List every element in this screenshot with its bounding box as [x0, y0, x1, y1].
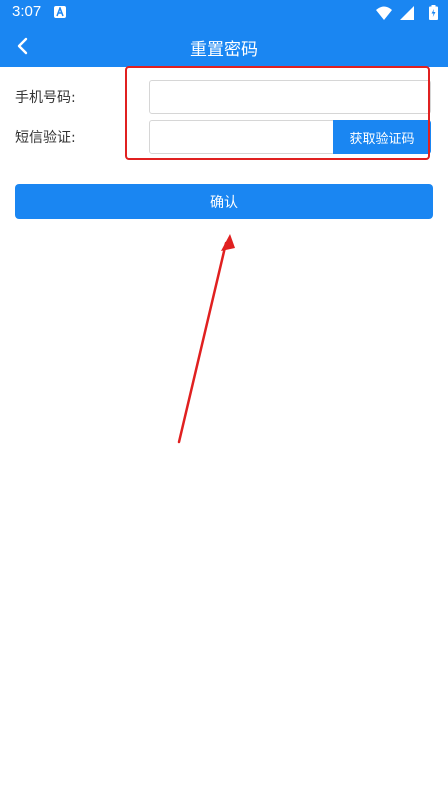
get-code-button[interactable]: 获取验证码	[333, 120, 431, 154]
app-bar: 重置密码	[0, 25, 448, 67]
sms-code-label: 短信验证:	[15, 130, 76, 146]
sms-code-input[interactable]	[149, 120, 335, 154]
phone-label: 手机号码:	[15, 90, 76, 106]
wifi-icon	[376, 5, 392, 24]
signal-icon	[400, 5, 414, 24]
battery-icon	[429, 5, 438, 24]
confirm-button[interactable]: 确认	[15, 184, 433, 219]
page-title: 重置密码	[190, 40, 258, 60]
status-bar: 3:07	[0, 0, 448, 25]
notification-a-icon	[54, 6, 66, 18]
status-time: 3:07	[12, 3, 42, 20]
phone-input[interactable]	[149, 80, 431, 114]
